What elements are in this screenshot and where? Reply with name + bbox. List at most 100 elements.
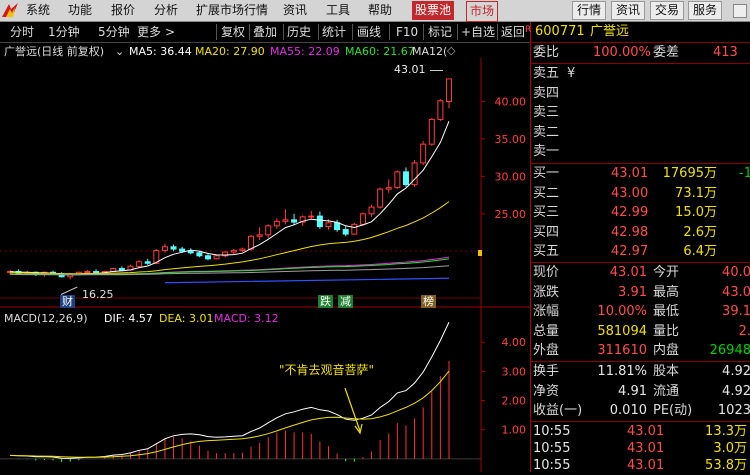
candle-body — [196, 252, 203, 257]
weibi-value: 100.00% — [593, 45, 651, 60]
chart-area[interactable]: 25.00 30.00 35.00 40.00 4.00 3.00 2.00 1.00 — [0, 58, 530, 472]
menu-function[interactable]: 功能 — [68, 3, 92, 18]
buy-row[interactable]: 买五 42.97 6.4万 — [531, 242, 750, 261]
dif-line — [9, 321, 450, 459]
price-tick-label: 35.00 — [495, 133, 527, 146]
buy-row[interactable]: 买一 43.01 17695万 -1 — [531, 164, 750, 183]
stat-row[interactable]: 总量 581094 量比 2. — [531, 322, 750, 341]
tick-row[interactable]: 10:55 43.01 53.8万 — [531, 456, 750, 475]
chevron-right-icon[interactable]: > — [165, 24, 175, 40]
fundamental-value: 0.010 — [609, 403, 647, 419]
moving-average-lines — [9, 121, 450, 284]
back-button[interactable]: 返回 — [501, 24, 525, 40]
sell-row[interactable]: 卖一 — [531, 142, 750, 161]
candle-body — [170, 246, 177, 250]
candle-body — [446, 78, 452, 102]
ma55-value: MA55: 22.09 — [270, 45, 340, 58]
menu-extended-market[interactable]: 扩展市场行情 — [196, 3, 268, 18]
trade-button[interactable]: 交易 — [650, 1, 685, 20]
buy-price: 42.98 — [611, 224, 649, 240]
fundamental-row[interactable]: 换手 11.81% 股本 4.92 — [531, 362, 750, 381]
high-pointer — [430, 70, 443, 71]
stat-row[interactable]: 现价 43.01 今开 40.0 — [531, 263, 750, 282]
ma55-line — [9, 256, 450, 276]
sell-level-label: 卖二 — [533, 124, 560, 140]
fundamental-row[interactable]: 净资 4.91 流通 4.92 — [531, 382, 750, 401]
chart-toolbar: 分时 1分钟 5分钟 更多 > 复权 叠加 历史 统计 画线 F10 标记 +自… — [0, 22, 530, 43]
period-more[interactable]: 更多 — [137, 24, 161, 40]
tick-volume: 13.3万 — [705, 424, 747, 439]
overlay-button[interactable]: 叠加 — [253, 24, 277, 40]
drop-event-badge[interactable]: 跌 — [318, 295, 333, 308]
candle-body — [308, 215, 315, 218]
diamond-icon[interactable]: ◇ — [447, 44, 455, 57]
stat-value: 581094 — [597, 323, 647, 339]
stats-button[interactable]: 统计 — [322, 24, 346, 40]
fundamental-value: 4.92 — [722, 383, 750, 399]
menu-help[interactable]: 帮助 — [368, 3, 392, 18]
chart-title: 广誉远(日线 前复权) — [4, 45, 105, 58]
stat-row[interactable]: 外盘 311610 内盘 26948 — [531, 341, 750, 360]
tick-volume: 53.8万 — [705, 458, 747, 473]
history-button[interactable]: 历史 — [287, 24, 311, 40]
draw-line-button[interactable]: 画线 — [357, 24, 381, 40]
buy-row[interactable]: 买二 43.00 73.1万 — [531, 184, 750, 203]
candle-body — [187, 250, 194, 254]
period-intraday[interactable]: 分时 — [10, 24, 34, 40]
f10-button[interactable]: F10 — [396, 24, 418, 40]
news-button[interactable]: 资讯 — [611, 1, 646, 20]
candle-body — [118, 268, 125, 271]
buy-row[interactable]: 买三 42.99 15.0万 — [531, 203, 750, 222]
menu-quote[interactable]: 报价 — [111, 3, 135, 18]
stat-row[interactable]: 涨幅 10.00% 最低 39.1 — [531, 302, 750, 321]
menu-analysis[interactable]: 分析 — [154, 3, 178, 18]
buy-row[interactable]: 买四 42.98 2.6万 — [531, 223, 750, 242]
finance-event-badge[interactable]: 财 — [60, 295, 75, 308]
candle-body — [230, 250, 237, 253]
candle-body — [342, 229, 349, 235]
period-5min[interactable]: 5分钟 — [98, 24, 130, 40]
stat-value: 39.1 — [722, 304, 750, 320]
mark-button[interactable]: 标记 — [428, 24, 452, 40]
candle-body — [334, 222, 341, 231]
service-button[interactable]: 服务 — [688, 1, 723, 20]
menu-stock-pool[interactable]: 股票池 — [412, 1, 455, 20]
quote-button[interactable]: 行情 — [572, 1, 607, 20]
candle-body — [84, 271, 91, 274]
stat-label: 量比 — [653, 323, 680, 339]
sell-row[interactable]: 卖三 — [531, 103, 750, 122]
stat-row[interactable]: 涨跌 3.91 最高 43.0 — [531, 283, 750, 302]
candle-body — [420, 143, 427, 164]
fundamental-row[interactable]: 收益(一) 0.010 PE(动) 1023 — [531, 401, 750, 420]
add-watchlist-button[interactable]: +自选 — [461, 24, 495, 40]
buy-volume: 15.0万 — [675, 205, 717, 221]
tick-time: 10:55 — [533, 441, 571, 456]
sell-row[interactable]: 卖五 ¥ — [531, 64, 750, 83]
candle-body — [136, 261, 143, 267]
stock-code: 600771 — [535, 24, 585, 39]
ma120-value: MA12( — [412, 45, 448, 58]
stat-value: 10.00% — [597, 304, 647, 320]
period-1min[interactable]: 1分钟 — [48, 24, 80, 40]
menu-tools[interactable]: 工具 — [326, 3, 350, 18]
adjust-button[interactable]: 复权 — [221, 24, 245, 40]
rank-event-badge[interactable]: 榜 — [421, 295, 436, 308]
candle-body — [428, 118, 435, 145]
stat-value: 43.0 — [722, 284, 750, 300]
window-control-icon[interactable] — [733, 4, 747, 18]
buy-price: 42.99 — [611, 205, 649, 221]
menu-market[interactable]: 市场 — [466, 1, 499, 22]
sell-row[interactable]: 卖四 — [531, 84, 750, 103]
stat-label: 涨幅 — [533, 304, 560, 320]
macd-tick-label: 3.00 — [502, 365, 527, 378]
ma20-value: MA20: 27.90 — [195, 45, 265, 58]
dea-value: DEA: 3.01 — [159, 312, 214, 325]
reduce-event-badge[interactable]: 减 — [338, 295, 353, 308]
menu-system[interactable]: 系统 — [26, 3, 50, 18]
menu-news[interactable]: 资讯 — [283, 3, 307, 18]
chevron-down-icon[interactable]: ⌄ — [115, 45, 124, 58]
weicha-label: 委差 — [653, 45, 680, 60]
toolbar-divider — [283, 24, 284, 40]
sell-row[interactable]: 卖二 — [531, 123, 750, 142]
stat-label: 外盘 — [533, 343, 560, 359]
